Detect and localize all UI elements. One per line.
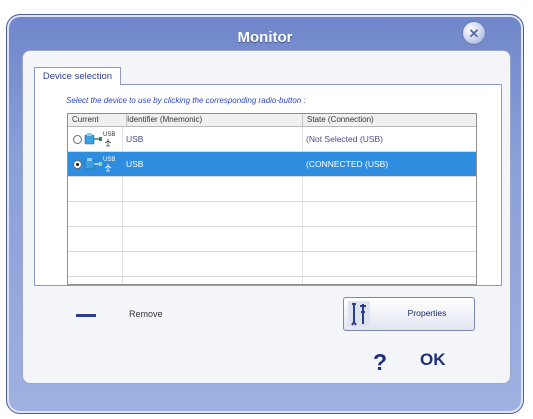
help-button[interactable]: ?	[373, 349, 387, 376]
device-radio-button[interactable]	[73, 160, 82, 169]
column-header-state[interactable]: State (Connection)	[303, 114, 476, 126]
device-radio-button[interactable]	[73, 135, 82, 144]
remove-button[interactable]	[76, 309, 96, 321]
minus-icon	[76, 313, 96, 317]
properties-button[interactable]: Properties	[343, 297, 475, 331]
table-header: Current Identifier (Mnemonic) State (Con…	[68, 114, 476, 127]
instruction-text: Select the device to use by clicking the…	[66, 96, 306, 105]
device-table: Current Identifier (Mnemonic) State (Con…	[67, 113, 477, 285]
tab-device-selection[interactable]: Device selection	[34, 67, 121, 85]
usb-device-icon: USB	[84, 157, 115, 172]
table-row[interactable]: USB USB (Not Selected (USB)	[68, 127, 476, 152]
empty-row	[68, 177, 476, 202]
usb-icon-label: USB	[103, 132, 115, 138]
properties-label: Properties	[407, 308, 447, 318]
empty-row	[68, 227, 476, 252]
close-button[interactable]: ✕	[462, 21, 486, 45]
usb-device-icon: USB	[84, 132, 115, 147]
column-header-current[interactable]: Current	[68, 114, 127, 126]
empty-row	[68, 202, 476, 227]
window-title: Monitor	[237, 28, 293, 46]
table-row[interactable]: USB USB (CONNECTED (USB)	[68, 152, 476, 177]
empty-row	[68, 252, 476, 277]
ok-button[interactable]: OK	[420, 350, 446, 370]
usb-icon-label: USB	[103, 157, 115, 163]
device-state: (Not Selected (USB)	[306, 134, 383, 144]
device-identifier: USB	[126, 159, 144, 169]
remove-label: Remove	[129, 309, 163, 319]
properties-icon	[348, 301, 370, 327]
device-identifier: USB	[126, 134, 144, 144]
device-state: (CONNECTED (USB)	[306, 159, 389, 169]
column-header-identifier[interactable]: Identifier (Mnemonic)	[123, 114, 303, 126]
